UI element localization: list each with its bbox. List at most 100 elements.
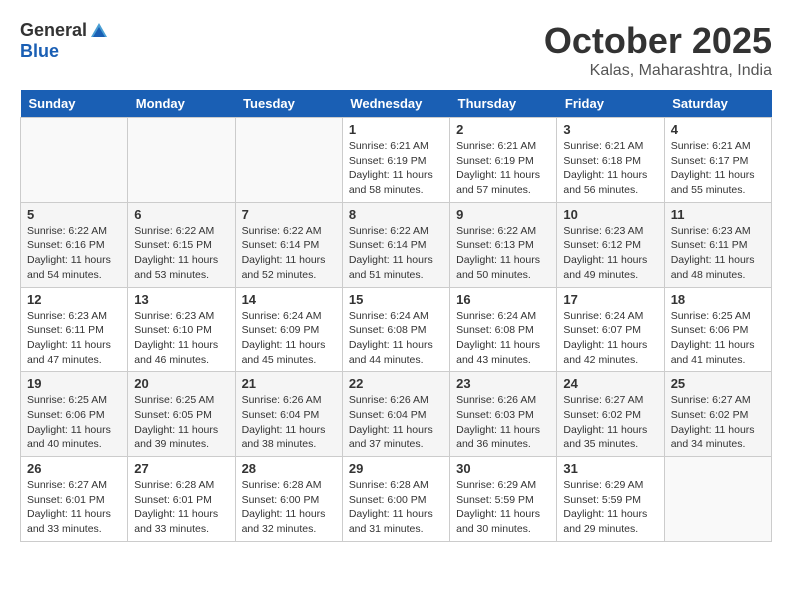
day-info: Sunrise: 6:29 AM Sunset: 5:59 PM Dayligh… bbox=[563, 478, 657, 537]
calendar-cell: 12 Sunrise: 6:23 AM Sunset: 6:11 PM Dayli… bbox=[21, 287, 128, 372]
calendar-cell: 7Sunrise: 6:22 AM Sunset: 6:14 PM Daylig… bbox=[235, 202, 342, 287]
day-info: Sunrise: 6:27 AM Sunset: 6:02 PM Dayligh… bbox=[563, 393, 657, 452]
calendar-cell: 30 Sunrise: 6:29 AM Sunset: 5:59 PM Dayli… bbox=[450, 457, 557, 542]
day-info: Sunrise: 6:22 AM Sunset: 6:14 PM Dayligh… bbox=[349, 224, 443, 283]
day-info: Sunrise: 6:24 AM Sunset: 6:08 PM Dayligh… bbox=[456, 309, 550, 368]
logo-general-text: General bbox=[20, 20, 87, 41]
calendar-cell: 27 Sunrise: 6:28 AM Sunset: 6:01 PM Dayli… bbox=[128, 457, 235, 542]
day-number: 22 bbox=[349, 376, 443, 391]
day-info: Sunrise: 6:21 AM Sunset: 6:19 PM Dayligh… bbox=[349, 139, 443, 198]
day-number: 27 bbox=[134, 461, 228, 476]
day-info: Sunrise: 6:26 AM Sunset: 6:04 PM Dayligh… bbox=[242, 393, 336, 452]
calendar-cell bbox=[21, 118, 128, 203]
calendar-cell: 23 Sunrise: 6:26 AM Sunset: 6:03 PM Dayli… bbox=[450, 372, 557, 457]
weekday-header-sunday: Sunday bbox=[21, 90, 128, 118]
day-number: 29 bbox=[349, 461, 443, 476]
calendar-cell: 1 Sunrise: 6:21 AM Sunset: 6:19 PM Daylig… bbox=[342, 118, 449, 203]
day-info: Sunrise: 6:21 AM Sunset: 6:19 PM Dayligh… bbox=[456, 139, 550, 198]
day-number: 25 bbox=[671, 376, 765, 391]
day-info: Sunrise: 6:23 AM Sunset: 6:11 PM Dayligh… bbox=[671, 224, 765, 283]
calendar-cell: 17Sunrise: 6:24 AM Sunset: 6:07 PM Dayli… bbox=[557, 287, 664, 372]
calendar-cell: 24 Sunrise: 6:27 AM Sunset: 6:02 PM Dayli… bbox=[557, 372, 664, 457]
day-info: Sunrise: 6:22 AM Sunset: 6:16 PM Dayligh… bbox=[27, 224, 121, 283]
day-number: 13 bbox=[134, 292, 228, 307]
calendar-cell: 8 Sunrise: 6:22 AM Sunset: 6:14 PM Daylig… bbox=[342, 202, 449, 287]
calendar-cell: 15 Sunrise: 6:24 AM Sunset: 6:08 PM Dayli… bbox=[342, 287, 449, 372]
day-info: Sunrise: 6:25 AM Sunset: 6:06 PM Dayligh… bbox=[671, 309, 765, 368]
logo: General Blue bbox=[20, 20, 109, 62]
calendar-cell: 10 Sunrise: 6:23 AM Sunset: 6:12 PM Dayli… bbox=[557, 202, 664, 287]
day-number: 3 bbox=[563, 122, 657, 137]
day-info: Sunrise: 6:21 AM Sunset: 6:17 PM Dayligh… bbox=[671, 139, 765, 198]
day-number: 24 bbox=[563, 376, 657, 391]
calendar-cell: 21 Sunrise: 6:26 AM Sunset: 6:04 PM Dayli… bbox=[235, 372, 342, 457]
day-number: 14 bbox=[242, 292, 336, 307]
day-info: Sunrise: 6:23 AM Sunset: 6:12 PM Dayligh… bbox=[563, 224, 657, 283]
location-subtitle: Kalas, Maharashtra, India bbox=[544, 62, 772, 80]
day-info: Sunrise: 6:23 AM Sunset: 6:10 PM Dayligh… bbox=[134, 309, 228, 368]
day-number: 26 bbox=[27, 461, 121, 476]
calendar-cell: 13 Sunrise: 6:23 AM Sunset: 6:10 PM Dayli… bbox=[128, 287, 235, 372]
weekday-header-tuesday: Tuesday bbox=[235, 90, 342, 118]
day-number: 9 bbox=[456, 207, 550, 222]
day-number: 30 bbox=[456, 461, 550, 476]
day-info: Sunrise: 6:27 AM Sunset: 6:02 PM Dayligh… bbox=[671, 393, 765, 452]
day-number: 21 bbox=[242, 376, 336, 391]
calendar-cell: 18 Sunrise: 6:25 AM Sunset: 6:06 PM Dayli… bbox=[664, 287, 771, 372]
day-info: Sunrise: 6:25 AM Sunset: 6:06 PM Dayligh… bbox=[27, 393, 121, 452]
page-header: General Blue October 2025 Kalas, Maharas… bbox=[20, 20, 772, 80]
day-number: 31 bbox=[563, 461, 657, 476]
calendar-cell: 11 Sunrise: 6:23 AM Sunset: 6:11 PM Dayli… bbox=[664, 202, 771, 287]
day-info: Sunrise: 6:27 AM Sunset: 6:01 PM Dayligh… bbox=[27, 478, 121, 537]
day-number: 12 bbox=[27, 292, 121, 307]
calendar-table: SundayMondayTuesdayWednesdayThursdayFrid… bbox=[20, 90, 772, 542]
month-title: October 2025 bbox=[544, 20, 772, 62]
day-info: Sunrise: 6:25 AM Sunset: 6:05 PM Dayligh… bbox=[134, 393, 228, 452]
calendar-week-row: 26 Sunrise: 6:27 AM Sunset: 6:01 PM Dayli… bbox=[21, 457, 772, 542]
day-number: 11 bbox=[671, 207, 765, 222]
day-number: 17 bbox=[563, 292, 657, 307]
calendar-cell: 20 Sunrise: 6:25 AM Sunset: 6:05 PM Dayli… bbox=[128, 372, 235, 457]
day-info: Sunrise: 6:29 AM Sunset: 5:59 PM Dayligh… bbox=[456, 478, 550, 537]
calendar-week-row: 1 Sunrise: 6:21 AM Sunset: 6:19 PM Daylig… bbox=[21, 118, 772, 203]
day-number: 5 bbox=[27, 207, 121, 222]
calendar-cell bbox=[664, 457, 771, 542]
weekday-header-thursday: Thursday bbox=[450, 90, 557, 118]
day-info: Sunrise: 6:22 AM Sunset: 6:15 PM Dayligh… bbox=[134, 224, 228, 283]
calendar-cell: 31 Sunrise: 6:29 AM Sunset: 5:59 PM Dayli… bbox=[557, 457, 664, 542]
weekday-header-saturday: Saturday bbox=[664, 90, 771, 118]
day-info: Sunrise: 6:23 AM Sunset: 6:11 PM Dayligh… bbox=[27, 309, 121, 368]
calendar-cell: 14Sunrise: 6:24 AM Sunset: 6:09 PM Dayli… bbox=[235, 287, 342, 372]
calendar-cell: 25 Sunrise: 6:27 AM Sunset: 6:02 PM Dayli… bbox=[664, 372, 771, 457]
day-number: 23 bbox=[456, 376, 550, 391]
weekday-header-wednesday: Wednesday bbox=[342, 90, 449, 118]
day-info: Sunrise: 6:28 AM Sunset: 6:00 PM Dayligh… bbox=[242, 478, 336, 537]
day-number: 19 bbox=[27, 376, 121, 391]
weekday-header-friday: Friday bbox=[557, 90, 664, 118]
day-number: 8 bbox=[349, 207, 443, 222]
day-number: 4 bbox=[671, 122, 765, 137]
calendar-cell: 19 Sunrise: 6:25 AM Sunset: 6:06 PM Dayli… bbox=[21, 372, 128, 457]
day-info: Sunrise: 6:26 AM Sunset: 6:03 PM Dayligh… bbox=[456, 393, 550, 452]
calendar-cell: 9Sunrise: 6:22 AM Sunset: 6:13 PM Daylig… bbox=[450, 202, 557, 287]
day-number: 15 bbox=[349, 292, 443, 307]
calendar-week-row: 12 Sunrise: 6:23 AM Sunset: 6:11 PM Dayli… bbox=[21, 287, 772, 372]
calendar-cell: 3 Sunrise: 6:21 AM Sunset: 6:18 PM Daylig… bbox=[557, 118, 664, 203]
day-info: Sunrise: 6:21 AM Sunset: 6:18 PM Dayligh… bbox=[563, 139, 657, 198]
day-number: 6 bbox=[134, 207, 228, 222]
day-info: Sunrise: 6:24 AM Sunset: 6:08 PM Dayligh… bbox=[349, 309, 443, 368]
day-info: Sunrise: 6:22 AM Sunset: 6:14 PM Dayligh… bbox=[242, 224, 336, 283]
day-info: Sunrise: 6:28 AM Sunset: 6:01 PM Dayligh… bbox=[134, 478, 228, 537]
day-number: 1 bbox=[349, 122, 443, 137]
day-number: 10 bbox=[563, 207, 657, 222]
calendar-cell: 2 Sunrise: 6:21 AM Sunset: 6:19 PM Daylig… bbox=[450, 118, 557, 203]
day-number: 2 bbox=[456, 122, 550, 137]
calendar-cell: 5 Sunrise: 6:22 AM Sunset: 6:16 PM Daylig… bbox=[21, 202, 128, 287]
calendar-cell: 6 Sunrise: 6:22 AM Sunset: 6:15 PM Daylig… bbox=[128, 202, 235, 287]
logo-blue-text: Blue bbox=[20, 41, 59, 62]
calendar-cell bbox=[128, 118, 235, 203]
day-number: 20 bbox=[134, 376, 228, 391]
day-number: 18 bbox=[671, 292, 765, 307]
day-number: 16 bbox=[456, 292, 550, 307]
calendar-cell: 28Sunrise: 6:28 AM Sunset: 6:00 PM Dayli… bbox=[235, 457, 342, 542]
